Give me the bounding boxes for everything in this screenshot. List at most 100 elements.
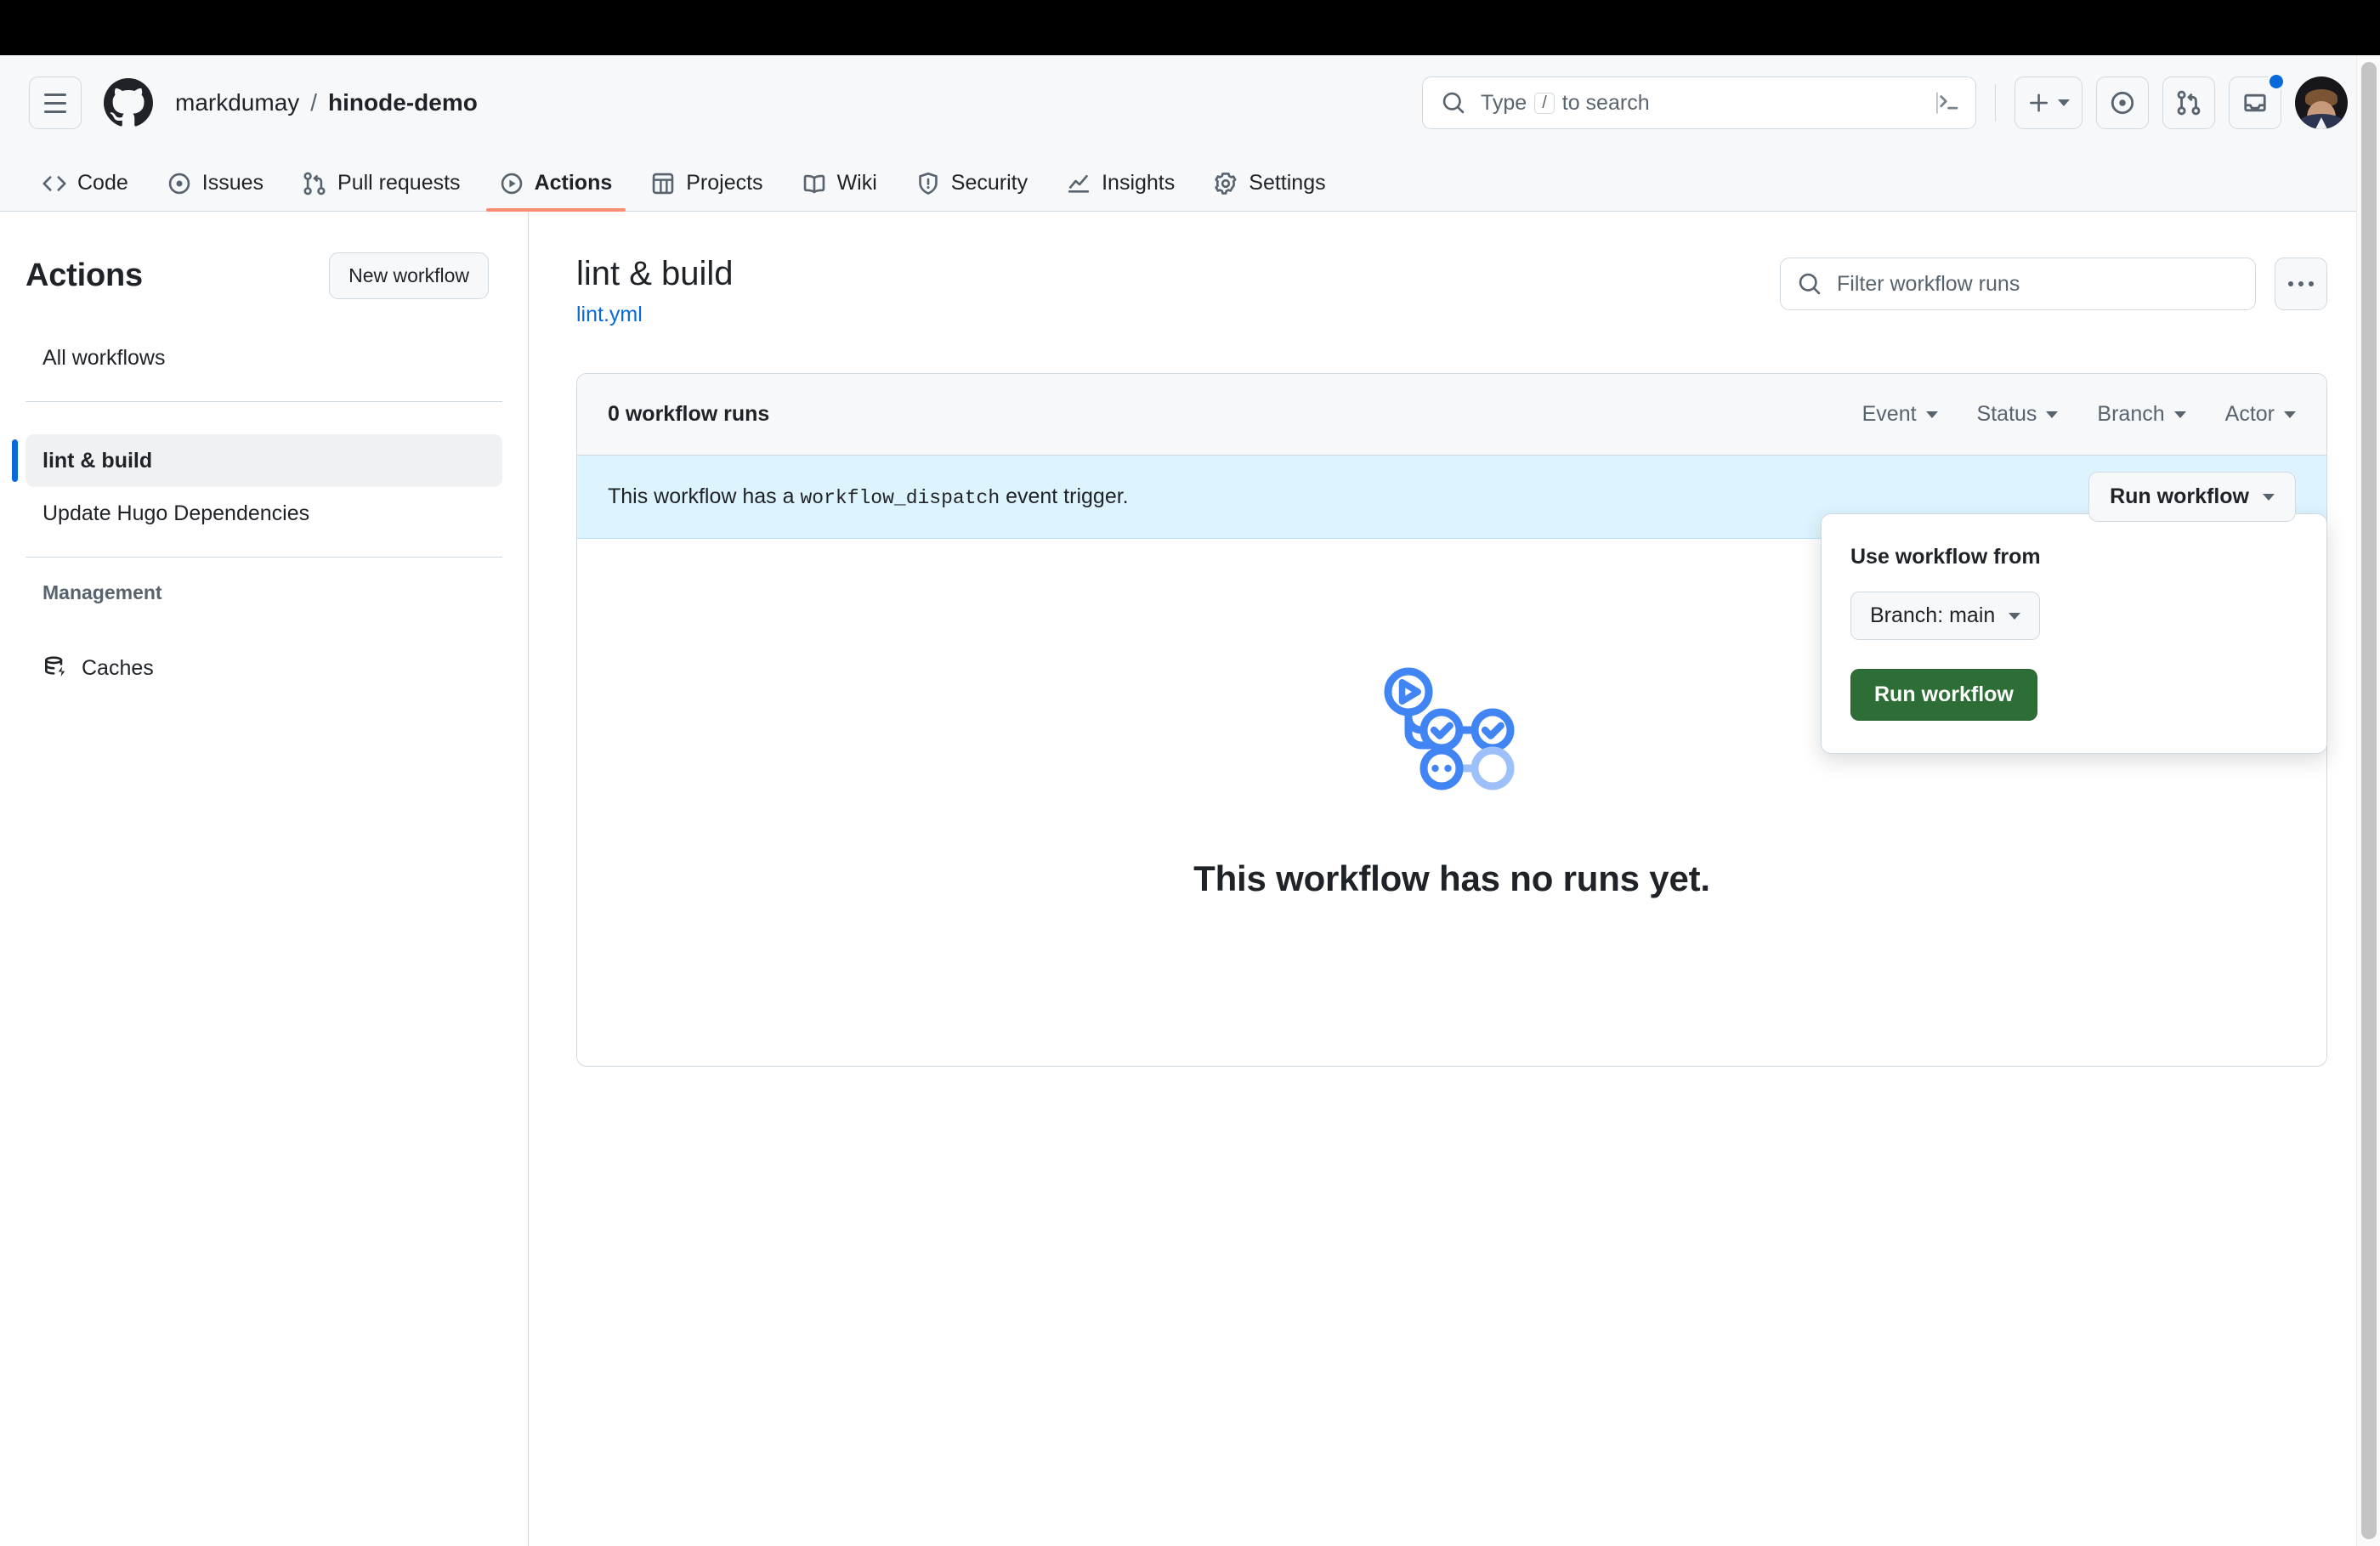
filter-workflow-runs-input[interactable]: Filter workflow runs — [1780, 258, 2256, 310]
sidebar-item-label: Caches — [82, 655, 154, 680]
book-icon — [803, 174, 824, 193]
window-chrome-bar — [0, 0, 2380, 55]
cache-database-icon — [45, 656, 65, 677]
sidebar-all-workflows-group: All workflows — [0, 331, 528, 384]
breadcrumb-owner[interactable]: markdumay — [175, 89, 299, 116]
sidebar-workflow-list: lint & build Update Hugo Dependencies — [0, 434, 528, 540]
tab-code[interactable]: Code — [29, 171, 142, 211]
workflow-title-group: lint & build lint.yml — [576, 252, 734, 327]
tab-projects[interactable]: Projects — [638, 171, 776, 211]
issue-opened-icon — [168, 173, 190, 194]
chevron-down-icon — [1925, 411, 1938, 418]
sidebar-item-label: lint & build — [42, 448, 153, 473]
run-workflow-dropdown-button[interactable]: Run workflow — [2088, 472, 2296, 522]
filter-status-dropdown[interactable]: Status — [1977, 402, 2059, 427]
search-placeholder: Type / to search — [1481, 91, 1650, 116]
filter-event-label: Event — [1862, 402, 1917, 426]
filter-event-dropdown[interactable]: Event — [1862, 402, 1938, 427]
hamburger-menu-icon[interactable] — [29, 76, 82, 129]
filter-branch-dropdown[interactable]: Branch — [2097, 402, 2186, 427]
header-divider — [1995, 84, 1996, 122]
workflow-header: lint & build lint.yml Filter workflow ru… — [576, 252, 2327, 327]
workflow-dispatch-text: This workflow has a workflow_dispatch ev… — [608, 484, 1129, 509]
tab-actions-label: Actions — [534, 171, 613, 195]
command-palette-icon[interactable] — [1936, 90, 1962, 116]
gear-icon — [1215, 172, 1237, 195]
dispatch-event-code: workflow_dispatch — [800, 487, 1000, 509]
sidebar-item-label: Update Hugo Dependencies — [42, 501, 310, 525]
run-workflow-dropdown-label: Run workflow — [2110, 484, 2249, 508]
use-workflow-from-label: Use workflow from — [1850, 545, 2041, 569]
sidebar-divider — [26, 557, 502, 558]
create-new-button[interactable] — [2014, 76, 2082, 129]
tab-settings[interactable]: Settings — [1200, 171, 1339, 211]
sidebar-item-update-hugo-dependencies[interactable]: Update Hugo Dependencies — [26, 487, 502, 540]
more-options-button[interactable] — [2275, 258, 2327, 310]
code-icon — [42, 175, 66, 191]
repo-nav: Code Issues Pull requests Actions Projec… — [0, 150, 2380, 212]
global-header: markdumay / hinode-demo Type / to search — [0, 55, 2380, 150]
notification-indicator-dot — [2267, 72, 2286, 91]
main-content: lint & build lint.yml Filter workflow ru… — [529, 212, 2380, 1546]
scrollbar-thumb[interactable] — [2361, 62, 2377, 1539]
tab-wiki[interactable]: Wiki — [789, 171, 891, 211]
kebab-dot — [2309, 281, 2314, 286]
page-root: markdumay / hinode-demo Type / to search — [0, 55, 2380, 1546]
branch-select-dropdown[interactable]: Branch: main — [1850, 592, 2041, 640]
filter-status-label: Status — [1976, 402, 2037, 426]
search-icon — [1442, 92, 1465, 114]
workflow-runs-filters: Event Status Branch Actor — [1862, 402, 2296, 427]
branch-select-label: Branch: main — [1870, 603, 1996, 627]
tab-security[interactable]: Security — [903, 171, 1041, 211]
tab-insights[interactable]: Insights — [1053, 171, 1188, 211]
breadcrumb-separator: / — [310, 89, 318, 116]
run-workflow-popover: Use workflow from Branch: main Run workf… — [1821, 513, 2327, 754]
empty-state-message: This workflow has no runs yet. — [1193, 858, 1710, 898]
dispatch-text-after: event trigger. — [1006, 484, 1129, 508]
issue-opened-icon — [2111, 91, 2134, 115]
workflow-runs-panel: 0 workflow runs Event Status Branch Acto… — [576, 373, 2327, 1067]
actions-sidebar: Actions New workflow All workflows lint … — [0, 212, 529, 1546]
page-title: lint & build — [576, 255, 734, 292]
github-mark-icon[interactable] — [104, 78, 153, 127]
header-right-cluster: Type / to search — [1422, 72, 2348, 129]
workflow-graph-illustration — [1384, 667, 1515, 790]
issues-button[interactable] — [2096, 76, 2149, 129]
tab-issues[interactable]: Issues — [154, 171, 277, 211]
tab-pull-requests[interactable]: Pull requests — [289, 171, 474, 211]
new-workflow-button[interactable]: New workflow — [329, 252, 489, 299]
search-placeholder-suffix: to search — [1561, 90, 1650, 115]
page-scrollbar[interactable] — [2356, 55, 2380, 1546]
chevron-down-icon — [2009, 612, 2021, 620]
git-pull-request-icon — [303, 172, 326, 195]
table-icon — [653, 173, 674, 194]
chevron-down-icon — [2058, 99, 2070, 106]
tab-actions[interactable]: Actions — [485, 171, 626, 212]
breadcrumb: markdumay / hinode-demo — [175, 89, 478, 116]
search-icon — [1799, 273, 1821, 295]
avatar[interactable] — [2295, 76, 2348, 129]
notifications-button[interactable] — [2229, 72, 2286, 129]
play-icon — [501, 173, 522, 194]
breadcrumb-repo[interactable]: hinode-demo — [328, 89, 478, 116]
workflow-file-link[interactable]: lint.yml — [576, 303, 734, 327]
search-slash-key: / — [1534, 92, 1555, 114]
workflow-runs-count: 0 workflow runs — [608, 402, 770, 426]
pull-requests-button[interactable] — [2162, 76, 2215, 129]
filter-actor-dropdown[interactable]: Actor — [2225, 402, 2296, 427]
sidebar-item-caches[interactable]: Caches — [26, 642, 502, 694]
inbox-icon — [2244, 93, 2266, 112]
run-workflow-submit-button[interactable]: Run workflow — [1850, 669, 2037, 721]
plus-icon — [2030, 93, 2048, 112]
sidebar-item-all-workflows[interactable]: All workflows — [26, 331, 502, 384]
search-input[interactable]: Type / to search — [1422, 76, 1976, 129]
sidebar-item-lint-and-build[interactable]: lint & build — [12, 434, 502, 487]
graph-icon — [1068, 174, 1090, 193]
dispatch-text-before: This workflow has a — [608, 484, 795, 508]
chevron-down-icon — [2284, 411, 2296, 418]
shield-icon — [919, 172, 938, 195]
tab-issues-label: Issues — [201, 171, 264, 195]
kebab-dot — [2288, 281, 2293, 286]
sidebar-section-management: Management — [42, 581, 162, 603]
tab-insights-label: Insights — [1102, 171, 1176, 195]
